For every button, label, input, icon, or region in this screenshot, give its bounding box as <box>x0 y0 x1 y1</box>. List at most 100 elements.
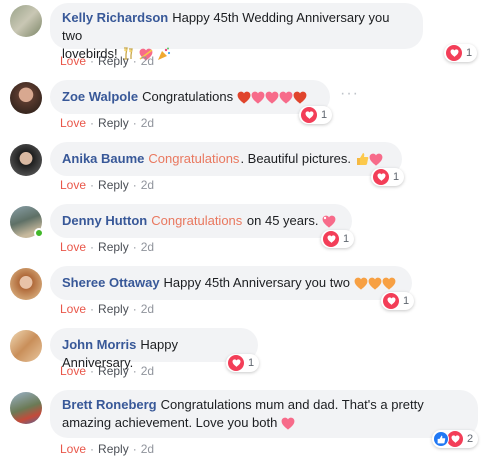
reaction-badge[interactable]: 1 <box>321 230 355 248</box>
separator-dot: · <box>132 178 137 192</box>
comment-actions: Love · Reply · 2d <box>60 240 154 254</box>
comment-actions: Love · Reply · 2d <box>60 442 154 456</box>
commenter-name[interactable]: Anika Baume <box>62 151 144 166</box>
commenter-name[interactable]: John Morris <box>62 337 136 352</box>
avatar[interactable] <box>10 82 42 114</box>
commenter-name[interactable]: Sheree Ottaway <box>62 275 160 290</box>
party-popper-emoji <box>157 47 171 66</box>
comment-actions: Love · Reply · 2d <box>60 54 154 68</box>
love-action[interactable]: Love <box>60 116 86 130</box>
separator-dot: · <box>90 54 95 68</box>
separator-dot: · <box>90 364 95 378</box>
comment-actions: Love · Reply · 2d <box>60 364 154 378</box>
comment-bubble: Zoe Walpole Congratulations <box>50 80 330 114</box>
heart-emoji <box>281 417 295 435</box>
orange-heart-emoji <box>368 277 382 295</box>
reaction-badge[interactable]: 1 <box>226 354 260 372</box>
comment-text: Happy 45th Anniversary you two <box>163 275 350 290</box>
separator-dot: · <box>132 302 137 316</box>
avatar[interactable] <box>10 268 42 300</box>
reaction-count: 1 <box>343 233 350 245</box>
reaction-count: 1 <box>393 171 400 183</box>
commenter-name[interactable]: Zoe Walpole <box>62 89 138 104</box>
separator-dot: · <box>132 54 137 68</box>
separator-dot: · <box>132 116 137 130</box>
comment-time[interactable]: 2d <box>141 54 154 68</box>
comment-actions: Love · Reply · 2d <box>60 178 154 192</box>
love-action[interactable]: Love <box>60 302 86 316</box>
comment-bubble: Kelly Richardson Happy 45th Wedding Anniv… <box>50 3 423 61</box>
love-reaction-icon <box>383 293 399 309</box>
love-action[interactable]: Love <box>60 442 86 456</box>
reaction-count: 1 <box>321 109 328 121</box>
love-reaction-icon <box>373 169 389 185</box>
more-options-icon[interactable]: ··· <box>340 85 359 103</box>
comment-brett-roneberg: Brett Roneberg Congratulations mum and da… <box>0 390 485 465</box>
like-reaction-icon <box>433 431 449 447</box>
comment-john-morris: John Morris Happy Anniversary. 1 Love · Rep… <box>0 328 485 384</box>
comment-text: Congratulations mum and dad. That's a pr… <box>160 397 424 412</box>
reply-action[interactable]: Reply <box>98 364 129 378</box>
comment-time[interactable]: 2d <box>141 240 154 254</box>
reply-action[interactable]: Reply <box>98 240 129 254</box>
comment-bubble: Brett Roneberg Congratulations mum and da… <box>50 390 478 438</box>
separator-dot: · <box>90 240 95 254</box>
orange-heart-emoji <box>354 277 368 295</box>
heart-emoji <box>251 91 265 109</box>
reply-action[interactable]: Reply <box>98 302 129 316</box>
separator-dot: · <box>132 364 137 378</box>
avatar[interactable] <box>10 144 42 176</box>
reply-action[interactable]: Reply <box>98 54 129 68</box>
comment-anika-baume: Anika Baume Congratulations. Beautiful pi… <box>0 142 485 198</box>
reply-action[interactable]: Reply <box>98 178 129 192</box>
comment-time[interactable]: 2d <box>141 442 154 456</box>
love-reaction-icon <box>447 431 463 447</box>
comment-actions: Love · Reply · 2d <box>60 116 154 130</box>
comment-bubble: Sheree Ottaway Happy 45th Anniversary you… <box>50 266 412 300</box>
love-action[interactable]: Love <box>60 178 86 192</box>
comment-text: . Beautiful pictures. <box>240 151 351 166</box>
reaction-count: 1 <box>248 357 255 369</box>
commenter-name[interactable]: Brett Roneberg <box>62 397 157 412</box>
love-action[interactable]: Love <box>60 240 86 254</box>
separator-dot: · <box>90 178 95 192</box>
reaction-badge[interactable]: 2 <box>432 430 479 448</box>
avatar[interactable] <box>10 330 42 362</box>
tagged-text[interactable]: Congratulations <box>148 151 239 166</box>
thumbs-up-emoji <box>355 152 369 171</box>
love-reaction-icon <box>301 107 317 123</box>
comment-time[interactable]: 2d <box>141 178 154 192</box>
commenter-name[interactable]: Denny Hutton <box>62 213 147 228</box>
comment-time[interactable]: 2d <box>141 302 154 316</box>
avatar[interactable] <box>10 392 42 424</box>
love-reaction-icon <box>446 45 462 61</box>
separator-dot: · <box>90 302 95 316</box>
comment-kelly-richardson: Kelly Richardson Happy 45th Wedding Anniv… <box>0 0 485 70</box>
reaction-badge[interactable]: 1 <box>444 44 478 62</box>
reply-action[interactable]: Reply <box>98 116 129 130</box>
separator-dot: · <box>90 116 95 130</box>
love-action[interactable]: Love <box>60 364 86 378</box>
heart-emoji <box>265 91 279 109</box>
comment-zoe-walpole: Zoe Walpole Congratulations ··· 1 Love · Re… <box>0 80 485 136</box>
separator-dot: · <box>90 442 95 456</box>
love-reaction-icon <box>323 231 339 247</box>
reaction-badge[interactable]: 1 <box>381 292 415 310</box>
comment-text: on 45 years. <box>246 213 319 228</box>
love-action[interactable]: Love <box>60 54 86 68</box>
comment-denny-hutton: Denny Hutton Congratulations on 45 years.… <box>0 204 485 260</box>
comment-bubble: Denny Hutton Congratulations on 45 years. <box>50 204 352 238</box>
comment-text: Congratulations <box>142 89 234 104</box>
avatar[interactable] <box>10 5 42 37</box>
heart-emoji <box>279 91 293 109</box>
comment-actions: Love · Reply · 2d <box>60 302 154 316</box>
comment-time[interactable]: 2d <box>141 364 154 378</box>
reaction-badge[interactable]: 1 <box>299 106 333 124</box>
reply-action[interactable]: Reply <box>98 442 129 456</box>
comment-text-line2: amazing achievement. Love you both <box>62 415 278 430</box>
tagged-text[interactable]: Congratulations <box>151 213 242 228</box>
reaction-badge[interactable]: 1 <box>371 168 405 186</box>
commenter-name[interactable]: Kelly Richardson <box>62 10 168 25</box>
separator-dot: · <box>132 442 137 456</box>
comment-time[interactable]: 2d <box>141 116 154 130</box>
